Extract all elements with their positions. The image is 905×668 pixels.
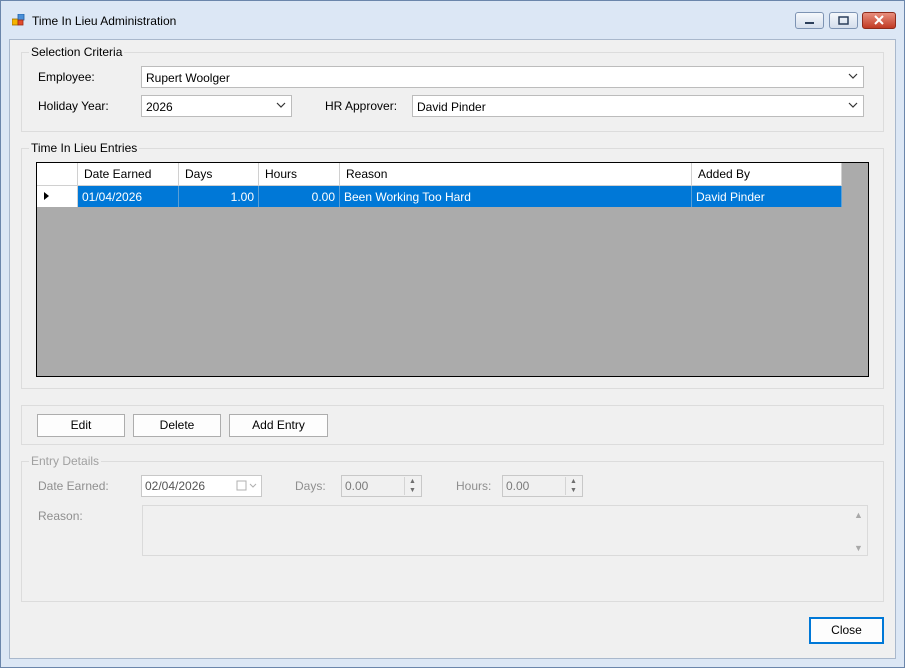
spin-down-icon[interactable]: ▼ bbox=[405, 486, 420, 495]
spin-up-icon[interactable]: ▲ bbox=[405, 477, 420, 486]
chevron-down-icon bbox=[848, 102, 858, 108]
spin-up-icon[interactable]: ▲ bbox=[566, 477, 581, 486]
employee-combo[interactable]: Rupert Woolger bbox=[141, 66, 864, 88]
hr-approver-label: HR Approver: bbox=[325, 99, 398, 113]
scroll-up-icon[interactable]: ▲ bbox=[854, 510, 863, 520]
entries-legend: Time In Lieu Entries bbox=[29, 141, 140, 155]
maximize-icon bbox=[838, 16, 849, 25]
minimize-icon bbox=[805, 22, 814, 24]
add-entry-button[interactable]: Add Entry bbox=[229, 414, 328, 437]
cell-date-earned[interactable]: 01/04/2026 bbox=[77, 185, 179, 207]
entry-details-legend: Entry Details bbox=[29, 454, 102, 468]
days-label: Days: bbox=[295, 479, 326, 493]
cell-added-by[interactable]: David Pinder bbox=[691, 185, 842, 207]
days-stepper[interactable]: 0.00 ▲ ▼ bbox=[341, 475, 422, 497]
table-row[interactable]: 01/04/2026 1.00 0.00 Been Working Too Ha… bbox=[37, 185, 842, 207]
employee-value: Rupert Woolger bbox=[146, 71, 230, 85]
reason-scrollbar[interactable]: ▲ ▼ bbox=[850, 506, 867, 555]
reason-textarea[interactable]: ▲ ▼ bbox=[142, 505, 868, 556]
hours-spin-buttons[interactable]: ▲ ▼ bbox=[565, 477, 581, 495]
entries-grid[interactable]: Date Earned Days Hours Reason Added By 0… bbox=[36, 162, 869, 377]
column-header-date-earned[interactable]: Date Earned bbox=[77, 163, 179, 186]
row-header-corner bbox=[37, 163, 78, 186]
selection-criteria-legend: Selection Criteria bbox=[29, 45, 125, 59]
date-earned-label: Date Earned: bbox=[38, 479, 109, 493]
holiday-year-value: 2026 bbox=[146, 100, 173, 114]
row-selector[interactable] bbox=[37, 185, 78, 207]
hr-approver-combo[interactable]: David Pinder bbox=[412, 95, 864, 117]
days-value: 0.00 bbox=[345, 479, 369, 493]
edit-button[interactable]: Edit bbox=[37, 414, 125, 437]
entries-table: Date Earned Days Hours Reason Added By 0… bbox=[37, 163, 842, 207]
holiday-year-combo[interactable]: 2026 bbox=[141, 95, 292, 117]
date-earned-picker[interactable]: 02/04/2026 bbox=[141, 475, 262, 497]
chevron-down-icon bbox=[848, 73, 858, 79]
scroll-down-icon[interactable]: ▼ bbox=[854, 543, 863, 553]
current-row-arrow-icon bbox=[44, 191, 49, 200]
date-earned-value: 02/04/2026 bbox=[145, 479, 206, 493]
column-header-hours[interactable]: Hours bbox=[258, 163, 340, 186]
days-spin-buttons[interactable]: ▲ ▼ bbox=[404, 477, 420, 495]
maximize-button[interactable] bbox=[829, 12, 858, 29]
column-header-reason[interactable]: Reason bbox=[339, 163, 692, 186]
app-icon bbox=[12, 14, 25, 26]
title-bar[interactable]: Time In Lieu Administration bbox=[1, 1, 904, 39]
close-icon bbox=[874, 15, 884, 25]
cell-reason[interactable]: Been Working Too Hard bbox=[339, 185, 692, 207]
close-window-button[interactable] bbox=[862, 12, 896, 29]
minimize-button[interactable] bbox=[795, 12, 824, 29]
selection-criteria-group: Selection Criteria bbox=[21, 45, 884, 132]
window-title: Time In Lieu Administration bbox=[32, 14, 177, 28]
spin-down-icon[interactable]: ▼ bbox=[566, 486, 581, 495]
hours-value: 0.00 bbox=[506, 479, 530, 493]
calendar-dropdown-icon bbox=[236, 480, 257, 491]
reason-label: Reason: bbox=[38, 509, 83, 523]
cell-hours[interactable]: 0.00 bbox=[258, 185, 340, 207]
close-button[interactable]: Close bbox=[809, 617, 884, 644]
hours-label: Hours: bbox=[456, 479, 492, 493]
hours-stepper[interactable]: 0.00 ▲ ▼ bbox=[502, 475, 583, 497]
chevron-down-icon bbox=[276, 102, 286, 108]
delete-button[interactable]: Delete bbox=[133, 414, 221, 437]
column-header-days[interactable]: Days bbox=[178, 163, 259, 186]
employee-label: Employee: bbox=[38, 70, 95, 84]
hr-approver-value: David Pinder bbox=[417, 100, 486, 114]
cell-days[interactable]: 1.00 bbox=[178, 185, 259, 207]
holiday-year-label: Holiday Year: bbox=[38, 99, 109, 113]
column-header-added-by[interactable]: Added By bbox=[691, 163, 842, 186]
